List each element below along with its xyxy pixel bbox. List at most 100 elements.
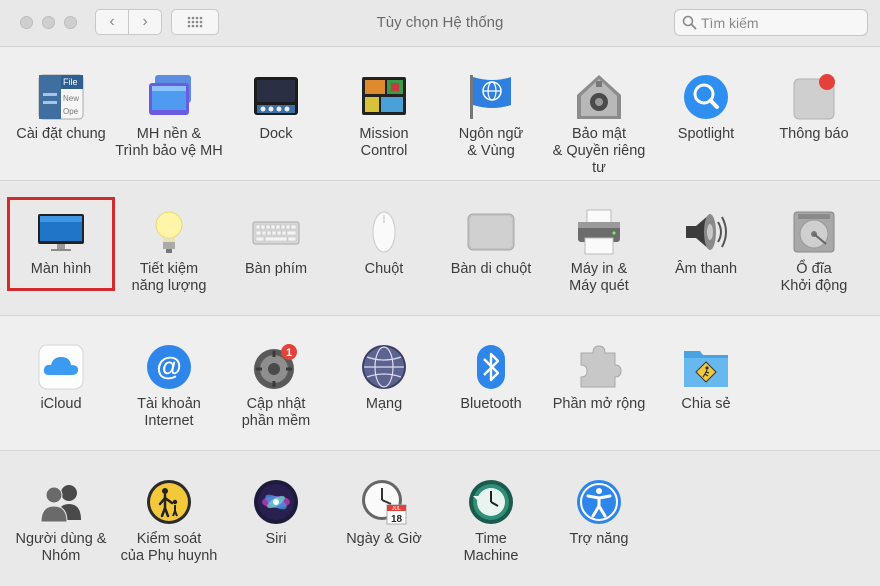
pane-sound[interactable]: Âm thanh [652, 182, 760, 316]
printer-icon [578, 209, 620, 255]
general-icon: File New Ope [38, 74, 84, 120]
pane-label: Cài đặt chung [16, 126, 106, 142]
svg-text:File: File [63, 77, 78, 87]
window-title: Tùy chọn Hệ thống [376, 14, 504, 31]
pane-siri[interactable]: Siri [222, 452, 330, 586]
pane-label: Bảo mật & Quyền riêng tư [552, 126, 646, 176]
pane-spotlight[interactable]: Spotlight [652, 47, 760, 181]
pane-security-privacy[interactable]: Bảo mật & Quyền riêng tư [545, 47, 653, 181]
desktop-screensaver-icon [149, 75, 191, 115]
preferences-row-internet: iCloud @ Tài khoản Internet 1 Cập nhật p… [0, 317, 880, 451]
pane-label: Cập nhật phần mềm [241, 396, 311, 429]
pane-label: MH nền & Trình bảo vệ MH [115, 126, 223, 159]
energy-saver-icon [155, 211, 183, 253]
pane-accessibility[interactable]: Trợ năng [545, 452, 653, 586]
icloud-icon [38, 344, 84, 390]
forward-button[interactable]: › [128, 9, 162, 35]
update-badge-count: 1 [286, 347, 292, 359]
pane-icloud[interactable]: iCloud [7, 317, 115, 451]
pane-energy-saver[interactable]: Tiết kiệm năng lượng [115, 182, 223, 316]
startup-disk-icon [793, 211, 835, 253]
pane-displays[interactable]: Màn hình [7, 182, 115, 316]
display-icon [38, 214, 84, 251]
pane-label: Máy in & Máy quét [569, 261, 629, 294]
pane-trackpad[interactable]: Bàn di chuột [437, 182, 545, 316]
title-bar: ‹ › Tùy chọn Hệ thống [0, 0, 880, 47]
pane-label: Thông báo [779, 126, 849, 142]
pane-label: Ngày & Giờ [346, 531, 422, 547]
pane-label: Ổ đĩa Khởi động [780, 261, 848, 294]
pane-general[interactable]: File New Ope Cài đặt chung [7, 47, 115, 181]
pane-parental-controls[interactable]: Kiểm soát của Phụ huynh [115, 452, 223, 586]
pane-label: Bàn phím [244, 261, 308, 277]
preferences-row-system: Người dùng & Nhóm Kiểm soát của Phụ huyn… [0, 452, 880, 586]
pane-notifications[interactable]: Thông báo [760, 47, 868, 181]
spotlight-icon [684, 75, 728, 119]
pane-dock[interactable]: Dock [222, 47, 330, 181]
mission-control-icon [362, 77, 406, 115]
chevron-left-icon: ‹ [109, 13, 115, 30]
pane-label: Âm thanh [674, 261, 738, 277]
pane-desktop-screensaver[interactable]: MH nền & Trình bảo vệ MH [115, 47, 223, 181]
svg-text:New: New [63, 94, 79, 103]
pane-date-time[interactable]: JUL 18 Ngày & Giờ [330, 452, 438, 586]
pane-label: Bluetooth [460, 396, 522, 412]
security-privacy-icon [577, 75, 621, 119]
pane-printers-scanners[interactable]: Máy in & Máy quét [545, 182, 653, 316]
bluetooth-icon [477, 345, 505, 389]
dock-icon [254, 77, 298, 115]
calendar-day-text: 18 [391, 514, 403, 525]
show-all-button[interactable] [171, 9, 219, 35]
calendar-month-text: JUL [392, 506, 401, 512]
back-button[interactable]: ‹ [95, 9, 129, 35]
pane-label: Siri [265, 531, 287, 547]
pane-extensions[interactable]: Phần mở rộng [545, 317, 653, 451]
pane-label: Time Machine [463, 531, 519, 564]
search-input[interactable] [701, 13, 861, 32]
pane-label: Mạng [365, 396, 403, 412]
pane-mouse[interactable]: Chuột [330, 182, 438, 316]
pane-keyboard[interactable]: Bàn phím [222, 182, 330, 316]
sharing-icon [684, 351, 728, 387]
pane-internet-accounts[interactable]: @ Tài khoản Internet [115, 317, 223, 451]
svg-text:Ope: Ope [63, 107, 79, 116]
pane-network[interactable]: Mạng [330, 317, 438, 451]
pane-users-groups[interactable]: Người dùng & Nhóm [7, 452, 115, 586]
grid-icon [187, 16, 203, 28]
pane-label: Tiết kiệm năng lượng [131, 261, 207, 294]
system-preferences-window: ‹ › Tùy chọn Hệ thống File New Ope Cài đặt… [0, 0, 880, 586]
close-window-button[interactable] [20, 16, 33, 29]
notifications-icon [793, 74, 835, 120]
siri-icon [254, 480, 298, 524]
pane-software-update[interactable]: 1 Cập nhật phần mềm [222, 317, 330, 451]
parental-controls-icon [147, 480, 191, 524]
minimize-window-button[interactable] [42, 16, 55, 29]
pane-startup-disk[interactable]: Ổ đĩa Khởi động [760, 182, 868, 316]
pane-label: Bàn di chuột [450, 261, 532, 277]
pane-language-region[interactable]: Ngôn ngữ & Vùng [437, 47, 545, 181]
pane-label: iCloud [40, 396, 82, 412]
pane-sharing[interactable]: Chia sẻ [652, 317, 760, 451]
extensions-icon [580, 345, 622, 388]
pane-label: Kiểm soát của Phụ huynh [120, 531, 218, 564]
pane-label: Ngôn ngữ & Vùng [458, 126, 524, 159]
zoom-window-button[interactable] [64, 16, 77, 29]
sound-icon [686, 214, 727, 250]
users-groups-icon [40, 485, 81, 523]
pane-label: Chuột [364, 261, 404, 277]
keyboard-icon [252, 221, 300, 245]
internet-accounts-icon: @ [147, 345, 191, 389]
search-field[interactable] [674, 9, 868, 36]
chevron-right-icon: › [142, 13, 148, 30]
software-update-icon: 1 [254, 344, 297, 389]
pane-label: Mission Control [359, 126, 409, 159]
date-time-icon: JUL 18 [362, 480, 407, 525]
pane-label: Tài khoản Internet [137, 396, 201, 429]
preferences-row-personal: File New Ope Cài đặt chung MH nền & Trình … [0, 47, 880, 181]
pane-bluetooth[interactable]: Bluetooth [437, 317, 545, 451]
pane-label: Màn hình [30, 261, 92, 277]
pane-label: Người dùng & Nhóm [15, 531, 107, 564]
pane-mission-control[interactable]: Mission Control [330, 47, 438, 181]
preferences-row-hardware: Màn hình Tiết kiệm năng lượng Bàn phím C… [0, 182, 880, 316]
pane-time-machine[interactable]: Time Machine [437, 452, 545, 586]
